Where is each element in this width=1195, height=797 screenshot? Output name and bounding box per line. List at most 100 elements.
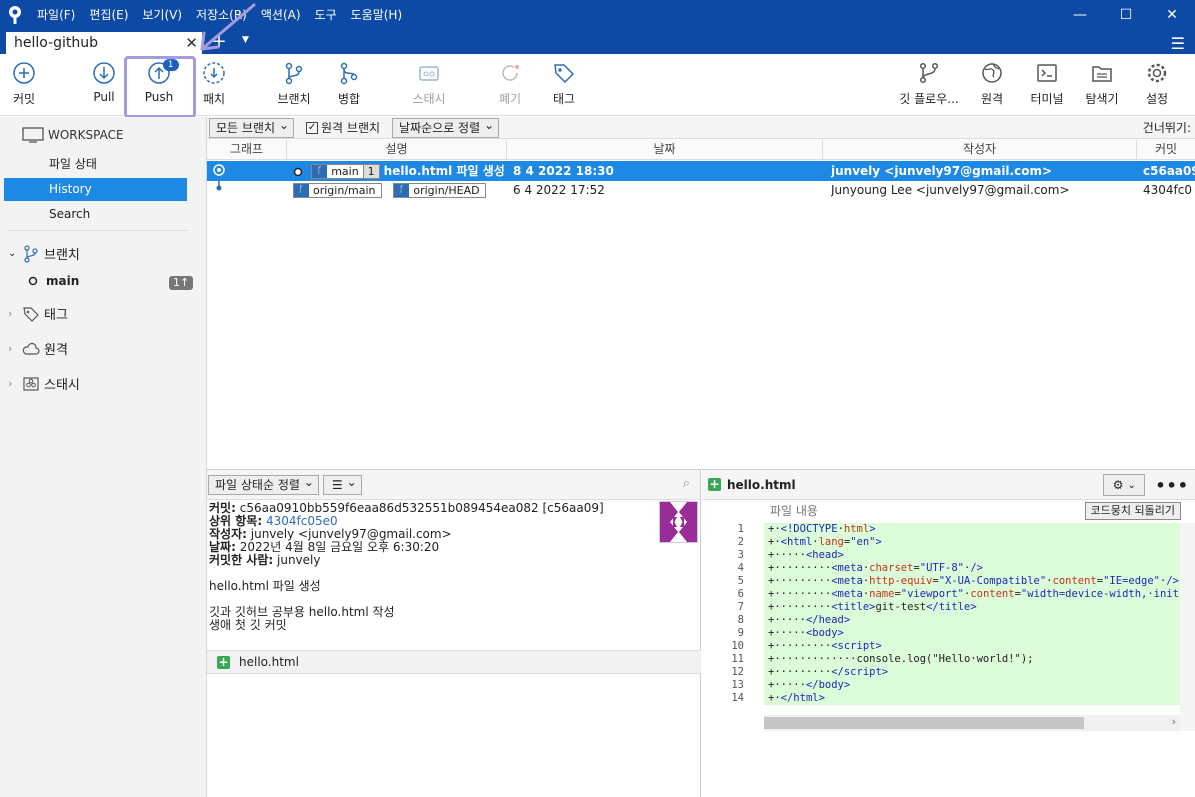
folder-icon (1089, 60, 1115, 86)
vertical-scrollbar[interactable] (1180, 523, 1195, 731)
ref-name: origin/HEAD (413, 184, 480, 197)
horizontal-scrollbar[interactable]: › (764, 715, 1180, 731)
pull-icon (91, 60, 117, 86)
diff-options-select[interactable]: ⚙ ⌄ (1103, 474, 1146, 496)
maximize-button[interactable]: ☐ (1103, 0, 1149, 30)
current-branch-icon (28, 276, 38, 286)
commit-button[interactable]: 커밋 (5, 60, 43, 110)
merge-button[interactable]: 병합 (334, 60, 364, 110)
branch-filter-select[interactable]: 모든 브랜치 (209, 116, 295, 138)
changed-file-name: hello.html (239, 655, 299, 669)
terminal-label: 터미널 (1030, 92, 1064, 106)
sidebar-group-remotes[interactable]: › 원격 (8, 339, 68, 358)
commit-label: 커밋 (12, 92, 36, 106)
tag-icon (551, 60, 577, 86)
sidebar-item-history[interactable]: History (4, 178, 187, 201)
commit-row[interactable]: ᚴ main 1 hello.html 파일 생성 8 4 2022 18:30 ju… (207, 161, 1195, 181)
head-indicator-icon (293, 167, 303, 176)
ref-name: origin/main (313, 184, 376, 197)
gear-icon: ⚙ (1112, 478, 1124, 492)
changed-file-row[interactable]: + hello.html (207, 650, 701, 674)
remote-branches-checkbox[interactable]: ✓ 원격 브랜치 (306, 119, 380, 136)
scrollbar-thumb[interactable] (764, 717, 1084, 729)
git-flow-button[interactable]: 깃 플로우... (896, 60, 962, 110)
ref-main[interactable]: ᚴ main 1 (311, 164, 380, 179)
sourcetree-logo-icon (0, 0, 30, 30)
explorer-button[interactable]: 탐색기 (1082, 60, 1122, 110)
tag-button[interactable]: 태그 (550, 60, 578, 110)
scroll-right-icon[interactable]: › (1172, 715, 1176, 728)
sidebar-group-branches[interactable]: ⌄ 브랜치 (8, 244, 80, 263)
ref-origin-main[interactable]: ᚴ origin/main (293, 183, 382, 198)
branch-ref-icon: ᚴ (294, 184, 309, 197)
sidebar-group-stashes[interactable]: › 스태시 (8, 374, 80, 393)
sidebar-branch-main[interactable]: main (28, 274, 79, 288)
remote-button[interactable]: 원격 (978, 60, 1006, 110)
revert-hunk-button[interactable]: 코드뭉치 되돌리기 (1084, 502, 1181, 520)
column-description[interactable]: 설명 (287, 140, 507, 160)
view-mode-select[interactable]: ☰ (322, 473, 362, 495)
checkbox-checked-icon: ✓ (306, 121, 319, 134)
fetch-label: 패치 (202, 92, 226, 106)
stashes-group-label: 스태시 (44, 378, 80, 393)
parent-hash-link[interactable]: 4304fc05e0 (266, 514, 338, 528)
commit-row[interactable]: ᚴ origin/main ᚴ origin/HEAD 6 4 2022 17:52… (207, 180, 1195, 200)
commit-author: junvely <junvely97@gmail.com> (831, 164, 1053, 178)
settings-label: 설정 (1145, 92, 1169, 106)
committer-value: junvely (277, 553, 321, 567)
list-view-icon: ☰ (331, 477, 343, 492)
tab-hello-github[interactable]: hello-github ✕ (6, 32, 202, 54)
discard-button[interactable]: 폐기 (496, 60, 524, 110)
sidebar-item-file-status[interactable]: 파일 상태 (4, 153, 187, 176)
commit-date: 6 4 2022 17:52 (513, 183, 605, 197)
menu-actions[interactable]: 액션(A) (254, 0, 308, 30)
column-author[interactable]: 작성자 (823, 140, 1137, 160)
column-commit[interactable]: 커밋 (1137, 140, 1195, 160)
hamburger-menu-icon[interactable]: ☰ (1171, 34, 1185, 53)
stash-button[interactable]: 스태시 (408, 60, 450, 110)
git-flow-label: 깃 플로우... (899, 92, 959, 106)
ref-name: main (331, 165, 359, 178)
branch-icon (24, 244, 38, 263)
ref-origin-head[interactable]: ᚴ origin/HEAD (393, 183, 486, 198)
search-icon[interactable]: ⌕ (683, 476, 690, 491)
minimize-button[interactable]: — (1057, 0, 1103, 30)
sort-select[interactable]: 날짜순으로 정렬 (392, 116, 500, 138)
commit-details-pane: 파일 상태순 정렬 ☰ ⌕ 커밋: c56aa0910bb559f6eaa86d… (207, 469, 701, 797)
jump-to-label[interactable]: 건너뛰기: (1143, 119, 1191, 136)
terminal-button[interactable]: 터미널 (1028, 60, 1066, 110)
commit-table-header: 그래프 설명 날짜 작성자 커밋 (207, 140, 1195, 160)
remotes-group-label: 원격 (44, 343, 68, 358)
added-lines: +·<!DOCTYPE·html> +·<html·lang="en"> +··… (764, 523, 1180, 705)
sidebar-group-tags[interactable]: › 태그 (8, 304, 68, 323)
avatar (659, 501, 698, 543)
merge-icon (336, 60, 362, 86)
close-window-button[interactable]: ✕ (1149, 0, 1195, 30)
commit-hash: c56aa09 (1143, 164, 1195, 178)
column-date[interactable]: 날짜 (507, 140, 823, 160)
branch-button[interactable]: 브랜치 (274, 60, 314, 110)
branch-name: main (46, 274, 80, 288)
tags-group-label: 태그 (44, 308, 68, 323)
file-sort-select[interactable]: 파일 상태순 정렬 (208, 473, 319, 495)
pull-button[interactable]: Pull (86, 60, 122, 110)
commit-author: Junyoung Lee <junvely97@gmail.com> (831, 183, 1070, 197)
push-highlight-annotation (124, 56, 196, 118)
remote-label: 원격 (980, 92, 1004, 106)
tag-icon (23, 306, 39, 322)
sidebar-item-search[interactable]: Search (4, 203, 187, 226)
fetch-button[interactable]: 패치 (200, 60, 228, 110)
commit-message-line: hello.html 파일 생성 (209, 579, 321, 593)
file-added-icon: + (217, 654, 230, 669)
more-options-icon[interactable]: ••• (1155, 476, 1189, 495)
menu-edit[interactable]: 편집(E) (82, 0, 135, 30)
graph-node-icon (213, 180, 237, 200)
settings-button[interactable]: 설정 (1143, 60, 1171, 110)
menu-view[interactable]: 보기(V) (135, 0, 189, 30)
menu-file[interactable]: 파일(F) (30, 0, 82, 30)
chevron-right-icon: › (8, 307, 13, 320)
menu-help[interactable]: 도움말(H) (344, 0, 410, 30)
column-graph[interactable]: 그래프 (207, 140, 287, 160)
menu-tools[interactable]: 도구 (308, 0, 344, 30)
diff-code: 1 2 3 4 5 6 7 8 9 10 11 12 13 14 +·<!DOCTYPE·html> +·… (702, 523, 1180, 705)
